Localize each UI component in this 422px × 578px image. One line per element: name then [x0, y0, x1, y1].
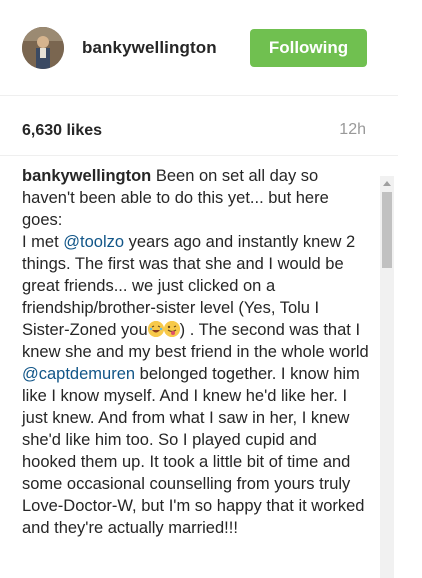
avatar[interactable]	[22, 27, 64, 69]
mention-toolzo[interactable]: @toolzo	[63, 233, 124, 251]
following-button[interactable]: Following	[250, 29, 367, 67]
caption-area: bankywellington Been on set all day so h…	[0, 156, 398, 578]
tongue-wink-emoji-icon	[163, 321, 180, 337]
caption-text: bankywellington Been on set all day so h…	[22, 165, 370, 539]
page-gutter	[398, 0, 422, 578]
avatar-image	[22, 27, 64, 69]
post-time[interactable]: 12h	[339, 121, 366, 139]
laughing-emoji-icon	[147, 321, 164, 337]
scrollbar-thumb[interactable]	[382, 192, 392, 268]
post-stats: 6,630 likes 12h	[0, 96, 398, 156]
likes-count[interactable]: 6,630 likes	[22, 122, 102, 140]
post-panel: bankywellington Following 6,630 likes 12…	[0, 0, 398, 578]
mention-captdemuren[interactable]: @captdemuren	[22, 365, 135, 383]
scroll-up-arrow-icon[interactable]	[380, 176, 394, 190]
username[interactable]: bankywellington	[82, 38, 217, 58]
caption-part-4: belonged together. I know him like I kno…	[22, 365, 365, 537]
caption-author[interactable]: bankywellington	[22, 167, 151, 185]
post-header: bankywellington Following	[0, 0, 398, 96]
